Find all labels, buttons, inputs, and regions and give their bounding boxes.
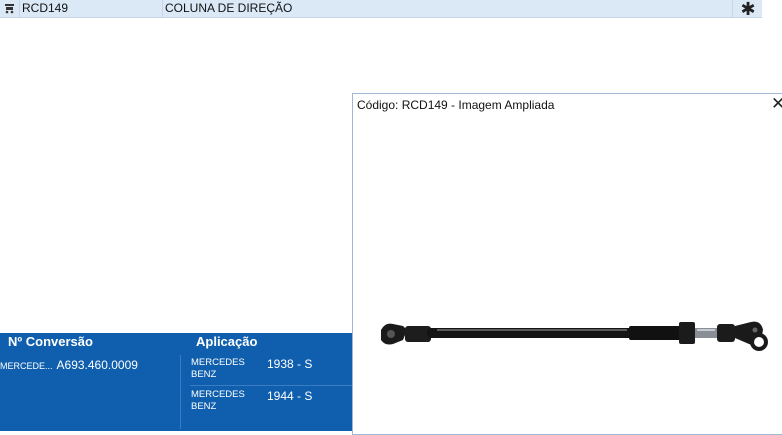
conversion-brand: MERCEDE... xyxy=(0,361,53,371)
conversion-row: MERCEDE... A693.460.0009 xyxy=(0,358,138,372)
panel-divider xyxy=(180,355,181,429)
part-description[interactable]: COLUNA DE DIREÇÃO xyxy=(165,0,292,17)
dialog-title: Código: RCD149 - Imagem Ampliada xyxy=(357,98,555,112)
favorite-star-icon[interactable]: ✱ xyxy=(736,0,760,19)
application-row: MERCEDES BENZ 1944 - S xyxy=(190,387,353,417)
cart-icon[interactable] xyxy=(0,0,20,17)
part-code[interactable]: RCD149 xyxy=(22,0,68,17)
result-row[interactable]: RCD149 COLUNA DE DIREÇÃO ✱ xyxy=(0,0,762,19)
application-brand: MERCEDES BENZ xyxy=(191,357,245,380)
application-year: 1938 - S xyxy=(267,357,313,371)
column-divider xyxy=(732,0,733,17)
conversion-application-panel: Nº Conversão Aplicação MERCEDE... A693.46… xyxy=(0,333,353,431)
application-row: MERCEDES BENZ 1938 - S xyxy=(190,355,353,386)
application-header: Aplicação xyxy=(196,334,258,349)
application-year: 1944 - S xyxy=(267,389,313,403)
conversion-number: A693.460.0009 xyxy=(56,358,138,372)
application-brand: MERCEDES BENZ xyxy=(191,389,245,412)
image-dialog: Código: RCD149 - Imagem Ampliada ✕ xyxy=(352,93,782,435)
close-icon[interactable]: ✕ xyxy=(771,95,782,113)
conversion-header: Nº Conversão xyxy=(8,334,93,349)
column-divider xyxy=(162,0,163,17)
steering-shaft-image xyxy=(367,304,782,364)
